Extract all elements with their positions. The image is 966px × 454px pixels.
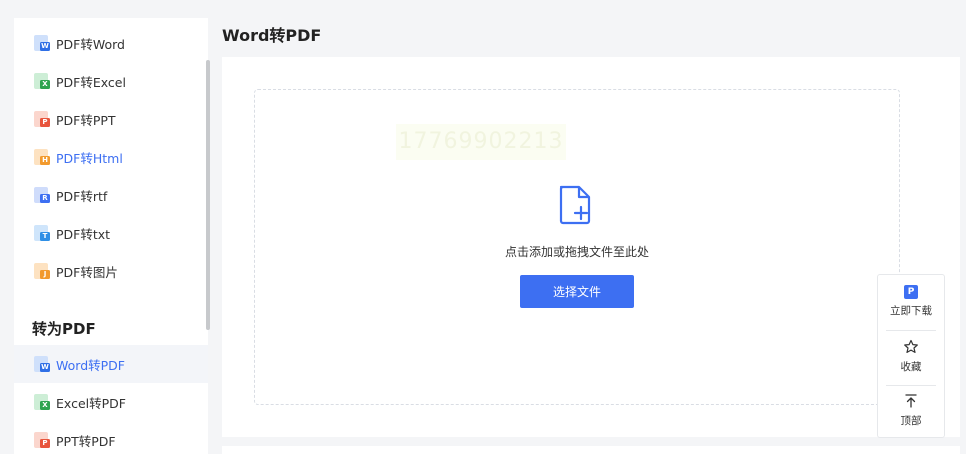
ppt-file-icon: P <box>34 432 50 448</box>
drop-hint-text: 点击添加或拖拽文件至此处 <box>504 245 649 259</box>
sidebar-item-pdf-to-html[interactable]: H PDF转Html <box>14 138 208 176</box>
favorite-button[interactable]: 收藏 <box>878 339 944 374</box>
sidebar-item-label: PDF转rtf <box>56 188 108 204</box>
sidebar-item-label: PDF转txt <box>56 226 111 242</box>
section-title-to-pdf: 转为PDF <box>32 320 96 338</box>
star-icon <box>904 339 918 353</box>
html-file-icon: H <box>34 149 50 165</box>
txt-file-icon: T <box>34 225 50 241</box>
sidebar-item-label: PPT转PDF <box>56 433 116 449</box>
favorite-label: 收藏 <box>900 361 922 373</box>
sidebar-item-pdf-to-image[interactable]: J PDF转图片 <box>14 252 208 290</box>
next-card-edge <box>222 446 960 454</box>
excel-file-icon: X <box>34 73 50 89</box>
sidebar-item-pdf-to-word[interactable]: W PDF转Word <box>14 24 208 62</box>
arrow-up-icon <box>905 394 917 408</box>
sidebar: W PDF转Word X PDF转Excel P PDF转PPT H PDF转H… <box>14 18 208 454</box>
sidebar-item-pdf-to-excel[interactable]: X PDF转Excel <box>14 62 208 100</box>
rtf-file-icon: R <box>34 187 50 203</box>
download-now-button[interactable]: P 立即下载 <box>878 285 944 318</box>
floating-toolbar: P 立即下载 收藏 顶部 <box>877 274 945 438</box>
divider <box>886 330 936 331</box>
divider <box>886 385 936 386</box>
add-file-icon[interactable] <box>557 185 593 225</box>
sidebar-item-label: Excel转PDF <box>56 395 126 411</box>
ppt-file-icon: P <box>34 111 50 127</box>
sidebar-item-label: PDF转Excel <box>56 74 126 90</box>
back-to-top-label: 顶部 <box>900 415 922 427</box>
sidebar-item-label: PDF转图片 <box>56 264 118 280</box>
sidebar-item-label: PDF转Html <box>56 150 123 166</box>
sidebar-item-ppt-to-pdf[interactable]: P PPT转PDF <box>14 421 208 454</box>
sidebar-item-excel-to-pdf[interactable]: X Excel转PDF <box>14 383 208 421</box>
sidebar-item-pdf-to-txt[interactable]: T PDF转txt <box>14 214 208 252</box>
sidebar-item-pdf-to-rtf[interactable]: R PDF转rtf <box>14 176 208 214</box>
choose-file-button[interactable]: 选择文件 <box>520 275 634 308</box>
sidebar-item-label: PDF转PPT <box>56 112 116 128</box>
p-badge-icon: P <box>904 285 918 299</box>
sidebar-item-label: Word转PDF <box>56 357 125 373</box>
page-title: Word转PDF <box>222 26 322 45</box>
excel-file-icon: X <box>34 394 50 410</box>
back-to-top-button[interactable]: 顶部 <box>878 393 944 428</box>
word-file-icon: W <box>34 356 50 372</box>
sidebar-scrollbar[interactable] <box>206 60 210 330</box>
sidebar-item-label: PDF转Word <box>56 36 125 52</box>
image-file-icon: J <box>34 263 50 279</box>
watermark: 17769902213 <box>396 124 566 160</box>
sidebar-item-pdf-to-ppt[interactable]: P PDF转PPT <box>14 100 208 138</box>
download-now-label: 立即下载 <box>890 305 932 317</box>
sidebar-item-word-to-pdf[interactable]: W Word转PDF <box>14 345 208 383</box>
word-file-icon: W <box>34 35 50 51</box>
